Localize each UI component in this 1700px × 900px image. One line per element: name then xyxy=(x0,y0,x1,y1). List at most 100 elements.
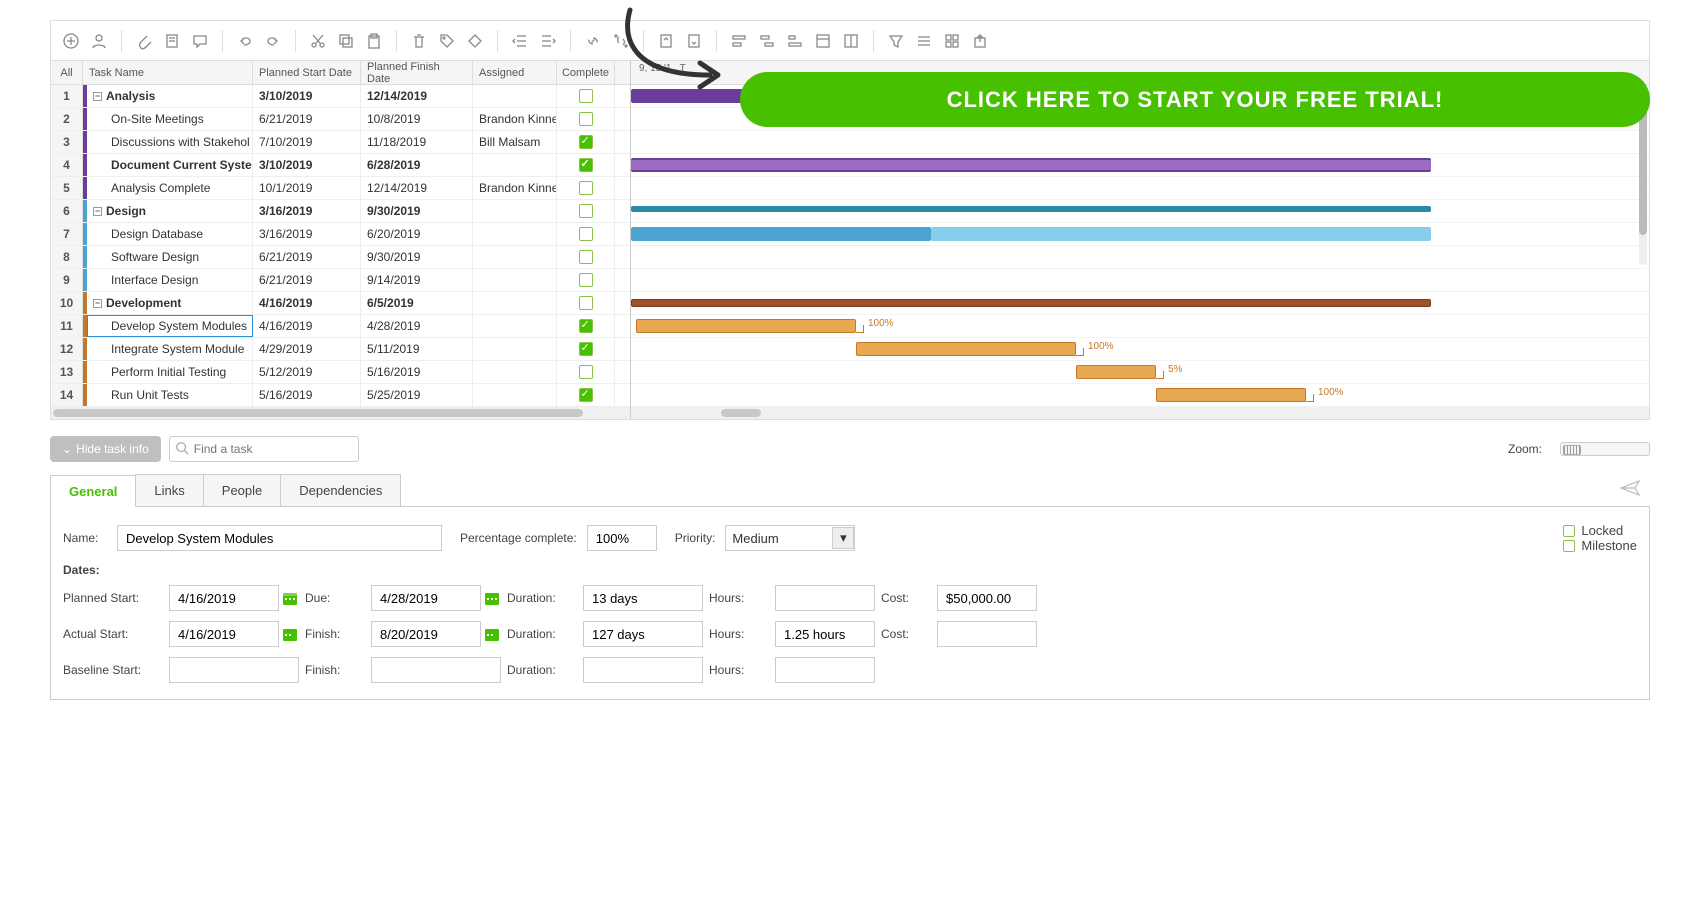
complete-checkbox[interactable] xyxy=(579,365,593,379)
filter-icon[interactable] xyxy=(884,29,908,53)
find-task-input[interactable] xyxy=(169,436,359,462)
note-icon[interactable] xyxy=(160,29,184,53)
table-row[interactable]: 2On-Site Meetings6/21/201910/8/2019Brand… xyxy=(51,108,630,131)
actual-hours-input[interactable] xyxy=(775,621,875,647)
attach-icon[interactable] xyxy=(132,29,156,53)
delete-icon[interactable] xyxy=(407,29,431,53)
gantt-bar[interactable] xyxy=(631,227,931,241)
actual-duration-input[interactable] xyxy=(583,621,703,647)
complete-checkbox[interactable] xyxy=(579,250,593,264)
pct-complete-input[interactable] xyxy=(587,525,657,551)
complete-checkbox[interactable] xyxy=(579,181,593,195)
baseline-hours-input[interactable] xyxy=(775,657,875,683)
complete-checkbox[interactable] xyxy=(579,135,593,149)
due-input[interactable] xyxy=(371,585,481,611)
table-row[interactable]: 7Design Database3/16/20196/20/2019 xyxy=(51,223,630,246)
col-planned-finish[interactable]: Planned Finish Date xyxy=(361,61,473,84)
complete-checkbox[interactable] xyxy=(579,273,593,287)
gantt-bar[interactable] xyxy=(856,342,1076,356)
calendar-icon[interactable] xyxy=(483,623,501,645)
tab-general[interactable]: General xyxy=(50,475,136,507)
gantt-hscroll[interactable] xyxy=(631,407,1649,419)
zoom-slider[interactable] xyxy=(1560,442,1650,456)
paste-icon[interactable] xyxy=(362,29,386,53)
table-row[interactable]: 5Analysis Complete10/1/201912/14/2019Bra… xyxy=(51,177,630,200)
col-assigned[interactable]: Assigned xyxy=(473,61,557,84)
actual-cost-input[interactable] xyxy=(937,621,1037,647)
complete-checkbox[interactable] xyxy=(579,204,593,218)
table-row[interactable]: 3Discussions with Stakehol7/10/201911/18… xyxy=(51,131,630,154)
complete-checkbox[interactable] xyxy=(579,89,593,103)
baseline-start-input[interactable] xyxy=(169,657,299,683)
milestone-checkbox[interactable] xyxy=(1563,540,1575,552)
gantt2-icon[interactable] xyxy=(755,29,779,53)
col-task-name[interactable]: Task Name xyxy=(83,61,253,84)
grid-hscroll[interactable] xyxy=(51,407,630,419)
complete-checkbox[interactable] xyxy=(579,319,593,333)
complete-checkbox[interactable] xyxy=(579,158,593,172)
send-icon[interactable] xyxy=(1610,474,1650,506)
tag-icon[interactable] xyxy=(435,29,459,53)
col-planned-start[interactable]: Planned Start Date xyxy=(253,61,361,84)
gantt-bar[interactable] xyxy=(631,206,1431,212)
cta-banner[interactable]: CLICK HERE TO START YOUR FREE TRIAL! xyxy=(740,72,1650,127)
cut-icon[interactable] xyxy=(306,29,330,53)
person-icon[interactable] xyxy=(87,29,111,53)
priority-select[interactable]: Medium ▾ xyxy=(725,525,855,551)
table-row[interactable]: 9Interface Design6/21/20199/14/2019 xyxy=(51,269,630,292)
indent-icon[interactable] xyxy=(536,29,560,53)
task-name-input[interactable] xyxy=(117,525,442,551)
table-row[interactable]: 14Run Unit Tests5/16/20195/25/2019 xyxy=(51,384,630,407)
table-row[interactable]: 6−Design3/16/20199/30/2019 xyxy=(51,200,630,223)
locked-checkbox[interactable] xyxy=(1563,525,1575,537)
copy-icon[interactable] xyxy=(334,29,358,53)
planned-start-input[interactable] xyxy=(169,585,279,611)
duration-label: Duration: xyxy=(507,591,577,605)
table-row[interactable]: 12Integrate System Module4/29/20195/11/2… xyxy=(51,338,630,361)
tab-people[interactable]: People xyxy=(203,474,281,506)
complete-checkbox[interactable] xyxy=(579,112,593,126)
col-all[interactable]: All xyxy=(51,61,83,84)
tab-dependencies[interactable]: Dependencies xyxy=(280,474,401,506)
baseline-finish-input[interactable] xyxy=(371,657,501,683)
hide-task-info-button[interactable]: ⌄ Hide task info xyxy=(50,436,161,462)
baseline-duration-input[interactable] xyxy=(583,657,703,683)
comment-icon[interactable] xyxy=(188,29,212,53)
complete-checkbox[interactable] xyxy=(579,388,593,402)
complete-checkbox[interactable] xyxy=(579,296,593,310)
table-row[interactable]: 4Document Current System3/10/20196/28/20… xyxy=(51,154,630,177)
calendar-icon[interactable] xyxy=(483,587,501,609)
table-row[interactable]: 10−Development4/16/20196/5/2019 xyxy=(51,292,630,315)
planned-hours-input[interactable] xyxy=(775,585,875,611)
export-icon[interactable] xyxy=(968,29,992,53)
gantt-bar[interactable] xyxy=(631,158,1431,172)
table-row[interactable]: 8Software Design6/21/20199/30/2019 xyxy=(51,246,630,269)
gantt3-icon[interactable] xyxy=(783,29,807,53)
shape-icon[interactable] xyxy=(463,29,487,53)
tab-links[interactable]: Links xyxy=(135,474,203,506)
calendar-icon[interactable] xyxy=(281,623,299,645)
outdent-icon[interactable] xyxy=(508,29,532,53)
complete-checkbox[interactable] xyxy=(579,227,593,241)
calendar-icon[interactable] xyxy=(281,587,299,609)
gantt5-icon[interactable] xyxy=(839,29,863,53)
actual-finish-input[interactable] xyxy=(371,621,481,647)
table-row[interactable]: 11Develop System Modules4/16/20194/28/20… xyxy=(51,315,630,338)
actual-start-input[interactable] xyxy=(169,621,279,647)
complete-checkbox[interactable] xyxy=(579,342,593,356)
add-icon[interactable] xyxy=(59,29,83,53)
gantt-bar[interactable] xyxy=(931,227,1431,241)
planned-duration-input[interactable] xyxy=(583,585,703,611)
planned-cost-input[interactable] xyxy=(937,585,1037,611)
gantt7-icon[interactable] xyxy=(940,29,964,53)
gantt-bar[interactable] xyxy=(1156,388,1306,402)
table-row[interactable]: 1−Analysis3/10/201912/14/2019 xyxy=(51,85,630,108)
gantt4-icon[interactable] xyxy=(811,29,835,53)
redo-icon[interactable] xyxy=(261,29,285,53)
gantt-bar[interactable] xyxy=(1076,365,1156,379)
gantt6-icon[interactable] xyxy=(912,29,936,53)
gantt-bar[interactable] xyxy=(631,299,1431,307)
gantt-bar[interactable] xyxy=(636,319,856,333)
undo-icon[interactable] xyxy=(233,29,257,53)
table-row[interactable]: 13Perform Initial Testing5/12/20195/16/2… xyxy=(51,361,630,384)
